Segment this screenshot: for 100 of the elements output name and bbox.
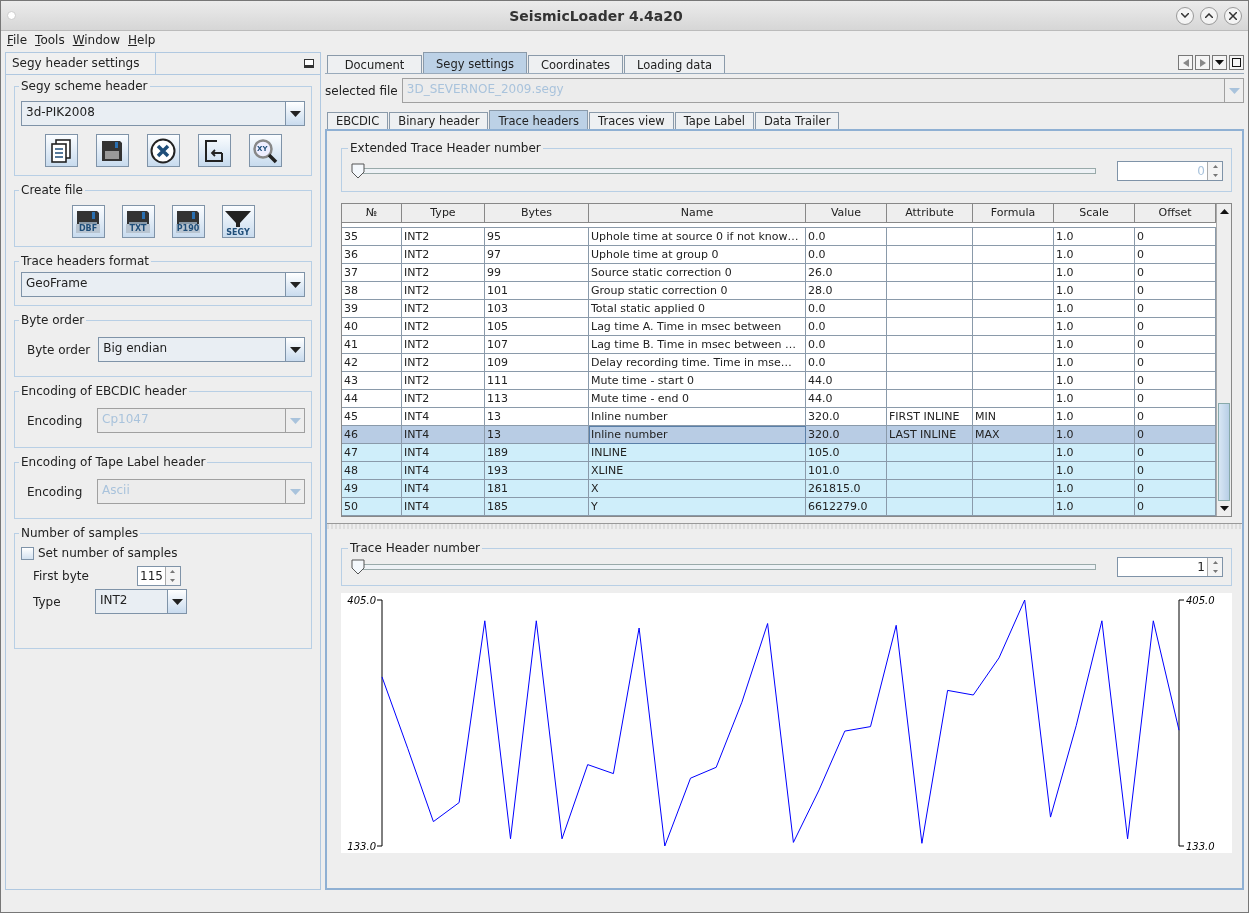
- minimize-button[interactable]: [1176, 6, 1194, 25]
- column-header[interactable]: Bytes: [485, 204, 589, 222]
- table-row[interactable]: 48 INT4 193 XLINE 101.0 1.0 0: [342, 462, 1216, 480]
- table-row[interactable]: 39 INT2 103 Total static applied 0 0.0 1.0 0: [342, 300, 1216, 318]
- tab[interactable]: EBCDIC: [327, 112, 389, 129]
- table-cell: 50: [342, 498, 402, 516]
- menu-item[interactable]: Tools: [31, 33, 69, 47]
- spin-up-icon[interactable]: [170, 570, 176, 573]
- toolbar-button[interactable]: [197, 134, 231, 167]
- spin-down-icon[interactable]: [170, 579, 176, 582]
- down-arrow-icon[interactable]: [1219, 506, 1229, 511]
- table-row[interactable]: 43 INT2 111 Mute time - start 0 44.0 1.0 0: [342, 372, 1216, 390]
- column-header[interactable]: Value: [806, 204, 887, 222]
- field-label: First byte: [33, 569, 90, 583]
- column-header[interactable]: Type: [402, 204, 485, 222]
- type-dropdown[interactable]: INT2: [95, 589, 187, 614]
- maximize-button[interactable]: [1200, 6, 1218, 25]
- dropdown-arrow-icon: [289, 417, 301, 424]
- scroll-left-button[interactable]: [1178, 55, 1193, 70]
- table-cell: Inline number: [589, 426, 806, 444]
- table-cell: INT4: [402, 498, 485, 516]
- dropdown-arrow-icon: [289, 488, 301, 495]
- column-header[interactable]: Name: [589, 204, 806, 222]
- table-row[interactable]: 40 INT2 105 Lag time A. Time in msec between 0.0 1.0 0: [342, 318, 1216, 336]
- table-row[interactable]: 45 INT4 13 Inline number 320.0 FIRST INLINE MIN 1.0 0: [342, 408, 1216, 426]
- cancel-icon: [150, 137, 176, 164]
- table-row[interactable]: 47 INT4 189 INLINE 105.0 1.0 0: [342, 444, 1216, 462]
- table-row[interactable]: 37 INT2 99 Source static correction 0 26.0 1.0 0: [342, 264, 1216, 282]
- scroll-right-button[interactable]: [1195, 55, 1210, 70]
- group-title: Byte order: [20, 313, 86, 327]
- group-title: Trace headers format: [20, 254, 151, 268]
- table-row[interactable]: 38 INT2 101 Group static correction 0 28.0 1.0 0: [342, 282, 1216, 300]
- group-title: Create file: [20, 183, 84, 197]
- dropdown-arrow-icon: [289, 281, 301, 288]
- toolbar-button[interactable]: [44, 134, 78, 167]
- tab[interactable]: Coordinates: [528, 55, 624, 73]
- documents-icon: [50, 138, 72, 163]
- dropdown-arrow-icon: [1228, 87, 1240, 94]
- number-spinner[interactable]: 1: [1117, 557, 1223, 577]
- window-title: SeismicLoader 4.4a20: [508, 7, 684, 24]
- table-row[interactable]: 49 INT4 181 X 261815.0 1.0 0: [342, 480, 1216, 498]
- table-row[interactable]: 46 INT4 13 Inline number 320.0 LAST INLINE MAX 1.0 0: [342, 426, 1216, 444]
- group-title: Extended Trace Header number: [349, 141, 542, 155]
- scheme-dropdown[interactable]: 3d-PIK2008: [21, 101, 305, 126]
- field-label: selected file: [325, 83, 398, 98]
- toolbar-button[interactable]: [95, 134, 129, 167]
- table-cell: 1.0: [1054, 498, 1135, 516]
- tab[interactable]: Trace headers: [489, 110, 589, 129]
- tab[interactable]: Loading data: [624, 55, 725, 73]
- group-title: Encoding of EBCDIC header: [20, 384, 188, 398]
- tab[interactable]: Segy settings: [423, 52, 527, 73]
- slider-thumb[interactable]: [351, 559, 365, 575]
- group-title: Trace Header number: [349, 541, 481, 555]
- table-row[interactable]: 44 INT2 113 Mute time - end 0 44.0 1.0 0: [342, 390, 1216, 408]
- menu-item[interactable]: File: [3, 33, 32, 47]
- column-header[interactable]: №: [342, 204, 402, 222]
- tab-list-button[interactable]: [1212, 55, 1227, 70]
- number-spinner[interactable]: 115: [137, 566, 181, 586]
- spin-down-icon[interactable]: [1212, 174, 1218, 177]
- table-row[interactable]: 50 INT4 185 Y 6612279.0 1.0 0: [342, 498, 1216, 516]
- scrollbar[interactable]: [1216, 204, 1231, 516]
- right-arrow-icon: [1199, 58, 1206, 67]
- close-icon: [1229, 11, 1237, 20]
- chevron-down-icon: [1181, 13, 1189, 18]
- table-row[interactable]: 35 INT2 95 Uphole time at source 0 if not know… 0.0 1.0 0: [342, 228, 1216, 246]
- byte-order-dropdown[interactable]: Big endian: [98, 337, 305, 362]
- down-arrow-icon: [1215, 60, 1224, 65]
- spin-up-icon[interactable]: [1212, 561, 1218, 564]
- checkbox[interactable]: [21, 546, 34, 560]
- axis-label: 133.0: [347, 841, 376, 852]
- left-arrow-icon: [1182, 58, 1189, 67]
- tab[interactable]: Data Trailer: [754, 112, 840, 129]
- field-label: Encoding: [26, 413, 84, 428]
- tab[interactable]: Binary header: [389, 112, 489, 129]
- dropdown-arrow-icon: [289, 110, 301, 117]
- toolbar-button[interactable]: [146, 134, 180, 167]
- table-row[interactable]: 41 INT2 107 Lag time B. Time in msec between … 0.0 1.0 0: [342, 336, 1216, 354]
- format-dropdown[interactable]: GeoFrame: [21, 272, 305, 297]
- field-label: Encoding: [26, 484, 84, 499]
- tab[interactable]: Document: [327, 55, 422, 73]
- spin-down-icon[interactable]: [1212, 570, 1218, 573]
- column-header[interactable]: Formula: [973, 204, 1054, 222]
- close-button[interactable]: [1224, 6, 1242, 25]
- minimize-icon[interactable]: [304, 59, 314, 68]
- group-title: Encoding of Tape Label header: [20, 455, 207, 469]
- menu-item[interactable]: Help: [124, 33, 160, 47]
- spin-up-icon[interactable]: [1212, 165, 1218, 168]
- table-cell: 185: [485, 498, 589, 516]
- tab[interactable]: Tape Label: [674, 112, 754, 129]
- table-row[interactable]: 42 INT2 109 Delay recording time. Time in mse… 0.0 1.0 0: [342, 354, 1216, 372]
- column-header[interactable]: Scale: [1054, 204, 1135, 222]
- maximize-button[interactable]: [1229, 55, 1244, 70]
- group-title: Segy scheme header: [20, 79, 149, 93]
- field-label: Byte order: [26, 342, 91, 357]
- table-row[interactable]: 36 INT2 97 Uphole time at group 0 0.0 1.0 0: [342, 246, 1216, 264]
- tab[interactable]: Traces view: [589, 112, 674, 129]
- menu-item[interactable]: Window: [68, 33, 124, 47]
- column-header[interactable]: Attribute: [887, 204, 973, 222]
- field-label: Type: [33, 594, 62, 609]
- up-arrow-icon[interactable]: [1219, 209, 1229, 214]
